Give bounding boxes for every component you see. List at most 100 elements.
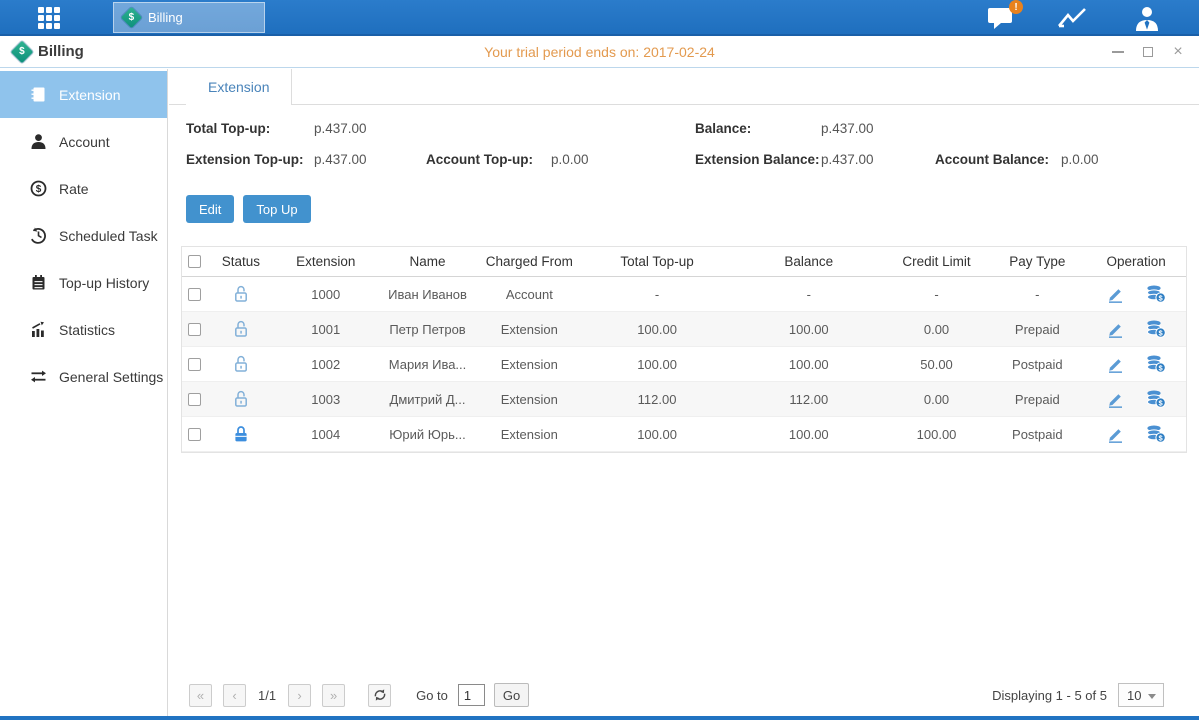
edit-row-icon[interactable]	[1107, 391, 1124, 408]
tab-bar: Extension	[169, 69, 1199, 105]
row-checkbox[interactable]	[188, 428, 201, 441]
account-topup-label: Account Top-up:	[426, 152, 533, 167]
cell-extension: 1004	[274, 417, 378, 451]
cell-total-topup: 100.00	[581, 312, 733, 346]
displaying-text: Displaying 1 - 5 of 5	[992, 688, 1107, 703]
sidebar-item-scheduled-task[interactable]: Scheduled Task	[0, 212, 167, 259]
table-row: 1004 Юрий Юрь... Extension 100.00 100.00…	[182, 417, 1186, 452]
last-page-button[interactable]: »	[322, 684, 345, 707]
cell-credit-limit: -	[885, 277, 989, 311]
total-topup-label: Total Top-up:	[186, 121, 270, 136]
column-charged-from: Charged From	[477, 247, 581, 276]
table-row: 1003 Дмитрий Д... Extension 112.00 112.0…	[182, 382, 1186, 417]
table-header: Status Extension Name Charged From Total…	[182, 247, 1186, 277]
topup-row-icon[interactable]: $	[1146, 320, 1166, 338]
topup-row-icon[interactable]: $	[1146, 355, 1166, 373]
user-account-icon[interactable]	[1133, 6, 1161, 31]
page-size-select[interactable]: 10	[1118, 683, 1164, 707]
topup-row-icon[interactable]: $	[1146, 390, 1166, 408]
sidebar-item-extension[interactable]: Extension	[0, 71, 167, 118]
sidebar-item-rate[interactable]: $ Rate	[0, 165, 167, 212]
account-balance-value: p.0.00	[1061, 152, 1099, 167]
cell-credit-limit: 100.00	[885, 417, 989, 451]
next-page-button[interactable]: ›	[288, 684, 311, 707]
row-checkbox[interactable]	[188, 358, 201, 371]
row-checkbox[interactable]	[188, 323, 201, 336]
taskbar-tab-label: Billing	[148, 10, 183, 25]
billing-window: $ Billing Your trial period ends on: 201…	[0, 36, 1199, 716]
balance-label: Balance:	[695, 121, 751, 136]
app-launcher-icon[interactable]	[38, 7, 66, 29]
cell-credit-limit: 0.00	[885, 382, 989, 416]
cell-name: Петр Петров	[378, 312, 478, 346]
svg-text:$: $	[36, 184, 42, 195]
edit-row-icon[interactable]	[1107, 286, 1124, 303]
unlocked-icon	[233, 355, 249, 373]
sidebar-item-topup-history[interactable]: Top-up History	[0, 259, 167, 306]
cell-total-topup: 112.00	[581, 382, 733, 416]
cell-credit-limit: 0.00	[885, 312, 989, 346]
notification-badge: !	[1009, 0, 1023, 14]
column-total-topup: Total Top-up	[581, 247, 733, 276]
cell-charged-from: Extension	[477, 347, 581, 381]
topup-row-icon[interactable]: $	[1146, 425, 1166, 443]
sidebar-item-label: Top-up History	[59, 275, 149, 291]
maximize-icon[interactable]	[1141, 45, 1155, 59]
extension-balance-value: p.437.00	[821, 152, 874, 167]
balance-value: p.437.00	[821, 121, 874, 136]
cell-pay-type: Prepaid	[988, 382, 1086, 416]
edit-row-icon[interactable]	[1107, 321, 1124, 338]
cell-name: Дмитрий Д...	[378, 382, 478, 416]
cell-name: Иван Иванов	[378, 277, 478, 311]
taskbar-tab-billing[interactable]: $ Billing	[113, 2, 265, 33]
window-titlebar: $ Billing Your trial period ends on: 201…	[0, 36, 1199, 68]
row-checkbox[interactable]	[188, 393, 201, 406]
cell-extension: 1003	[274, 382, 378, 416]
extension-topup-value: p.437.00	[314, 152, 367, 167]
refresh-icon	[373, 688, 387, 702]
first-page-button[interactable]: «	[189, 684, 212, 707]
edit-row-icon[interactable]	[1107, 356, 1124, 373]
close-icon[interactable]: ×	[1171, 45, 1185, 59]
refresh-button[interactable]	[368, 684, 391, 707]
notifications-icon[interactable]: !	[987, 6, 1015, 30]
cell-name: Юрий Юрь...	[378, 417, 478, 451]
sidebar-item-label: Statistics	[59, 322, 115, 338]
edit-row-icon[interactable]	[1107, 426, 1124, 443]
resource-monitor-icon[interactable]	[1057, 6, 1091, 30]
cell-credit-limit: 50.00	[885, 347, 989, 381]
top-up-button[interactable]: Top Up	[243, 195, 310, 223]
sidebar-item-account[interactable]: Account	[0, 118, 167, 165]
account-icon	[30, 133, 47, 150]
extension-topup-label: Extension Top-up:	[186, 152, 304, 167]
page-indicator: 1/1	[258, 688, 276, 703]
unlocked-icon	[233, 320, 249, 338]
billing-logo-icon: $	[11, 40, 34, 63]
cell-total-topup: 100.00	[581, 347, 733, 381]
select-all-checkbox[interactable]	[188, 255, 201, 268]
cell-balance: -	[733, 277, 885, 311]
row-checkbox[interactable]	[188, 288, 201, 301]
go-button[interactable]: Go	[494, 683, 529, 707]
rate-icon: $	[30, 180, 47, 197]
extension-table: Status Extension Name Charged From Total…	[181, 246, 1187, 453]
sidebar-item-general-settings[interactable]: General Settings	[0, 353, 167, 400]
column-balance: Balance	[733, 247, 885, 276]
column-pay-type: Pay Type	[988, 247, 1086, 276]
cell-balance: 100.00	[733, 417, 885, 451]
goto-page-input[interactable]	[458, 684, 485, 706]
sidebar-item-statistics[interactable]: Statistics	[0, 306, 167, 353]
tab-extension[interactable]: Extension	[186, 69, 292, 105]
general-settings-icon	[30, 368, 47, 385]
minimize-icon[interactable]	[1111, 45, 1125, 59]
cell-pay-type: Prepaid	[988, 312, 1086, 346]
column-name: Name	[378, 247, 478, 276]
topup-history-icon	[30, 274, 47, 291]
sidebar-item-label: General Settings	[59, 369, 163, 385]
topup-row-icon[interactable]: $	[1146, 285, 1166, 303]
prev-page-button[interactable]: ‹	[223, 684, 246, 707]
edit-button[interactable]: Edit	[186, 195, 234, 223]
sidebar-item-label: Account	[59, 134, 110, 150]
table-row: 1000 Иван Иванов Account - - - - $	[182, 277, 1186, 312]
main-content: Extension Total Top-up: p.437.00 Balance…	[169, 69, 1199, 716]
